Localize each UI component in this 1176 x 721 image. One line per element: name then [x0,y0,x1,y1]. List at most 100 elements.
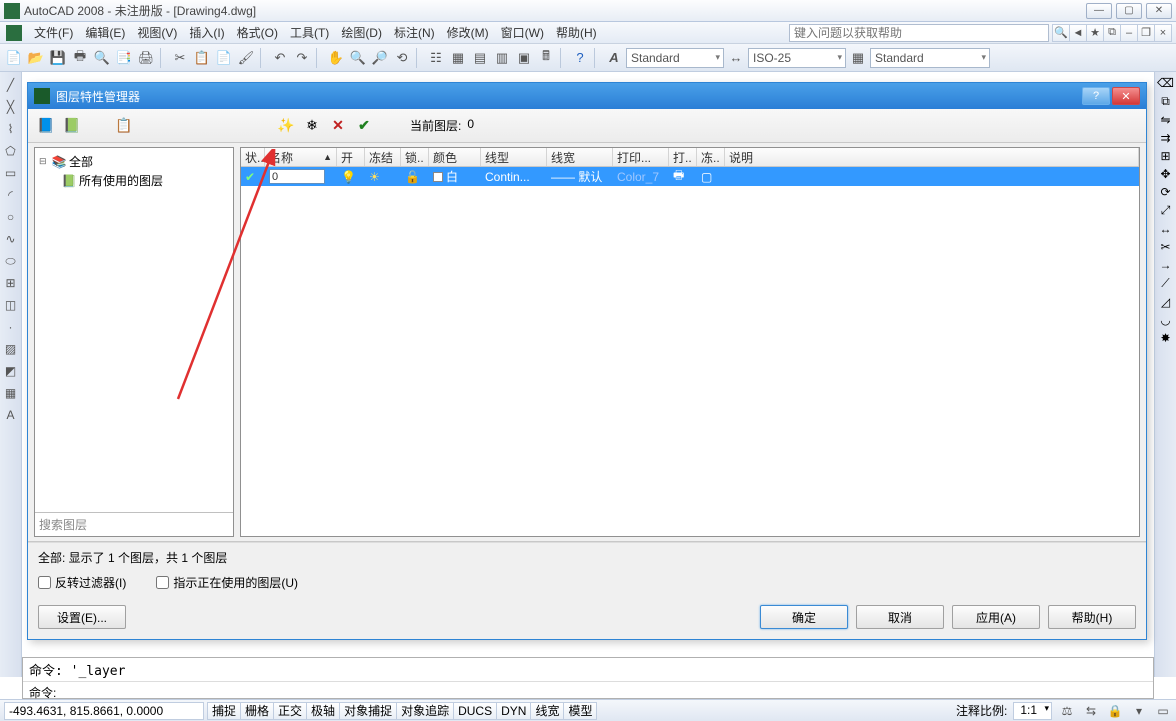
maximize-button[interactable]: ▢ [1116,3,1142,19]
lineweight-cell[interactable]: —— 默认 [547,168,613,185]
toggle-ducs[interactable]: DUCS [453,702,497,720]
bulb-on-icon[interactable]: 💡 [341,170,356,184]
chamfer-icon[interactable]: ◿ [1161,295,1170,309]
new-layer-frozen-icon[interactable]: ❄ [302,116,322,136]
apply-button[interactable]: 应用(A) [952,605,1040,629]
text-style-dropdown[interactable]: Standard [626,48,724,68]
redo-icon[interactable]: ↷ [292,48,312,68]
col-color[interactable]: 颜色 [429,148,481,166]
menu-insert[interactable]: 插入(I) [183,22,230,43]
toggle-model[interactable]: 模型 [563,702,597,720]
new-group-filter-icon[interactable]: 📗 [62,116,82,136]
sheet-set-icon[interactable]: ▥ [492,48,512,68]
line-icon[interactable]: ╱ [2,76,20,94]
copy-icon[interactable]: 📋 [192,48,212,68]
menu-edit[interactable]: 编辑(E) [79,22,131,43]
col-desc[interactable]: 说明 [725,148,1139,166]
info-icon[interactable]: ⧉ [1103,24,1121,42]
insert-icon[interactable]: ⊞ [2,274,20,292]
col-status[interactable]: 状.. [241,148,265,166]
menu-modify[interactable]: 修改(M) [441,22,495,43]
zoom-win-icon[interactable]: 🔎 [370,48,390,68]
tree-child-row[interactable]: 📗 所有使用的图层 [39,171,229,190]
publish-icon[interactable]: 📑 [114,48,134,68]
plot-icon[interactable]: 🖨 [136,48,156,68]
tool-palette-icon[interactable]: ▤ [470,48,490,68]
point-icon[interactable]: · [2,318,20,336]
dim-style-dropdown[interactable]: ISO-25 [748,48,846,68]
tree-root-row[interactable]: ⊟ 📚 全部 [39,152,229,171]
menu-draw[interactable]: 绘图(D) [335,22,388,43]
lock-ui-icon[interactable]: 🔒 [1106,702,1124,720]
col-lock[interactable]: 锁.. [401,148,429,166]
toggle-snap[interactable]: 捕捉 [207,702,241,720]
cut-icon[interactable]: ✂ [170,48,190,68]
layer-row-0[interactable]: ✔ 💡 ☀ 🔓 白 Contin... —— 默认 Color_7 🖶 ▢ [241,167,1139,186]
new-filter-icon[interactable]: 📘 [36,116,56,136]
tray-icon[interactable]: ▾ [1130,702,1148,720]
delete-layer-icon[interactable]: ✕ [328,116,348,136]
set-current-icon[interactable]: ✔ [354,116,374,136]
ellipse-icon[interactable]: ⬭ [2,252,20,270]
toggle-dyn[interactable]: DYN [496,702,531,720]
calc-icon[interactable]: 🖩 [536,48,556,68]
paste-icon[interactable]: 📄 [214,48,234,68]
indicate-in-use-checkbox[interactable]: 指示正在使用的图层(U) [156,574,298,591]
nav-back-icon[interactable]: ◄ [1069,24,1087,42]
pline-icon[interactable]: ⌇ [2,120,20,138]
polygon-icon[interactable]: ⬠ [2,142,20,160]
break-icon[interactable]: ⟋ [1161,276,1169,291]
move-icon[interactable]: ✥ [1160,167,1170,181]
menu-dim[interactable]: 标注(N) [388,22,441,43]
dialog-close-button[interactable]: ✕ [1112,87,1140,105]
text-style-icon[interactable]: A [604,48,624,68]
markup-icon[interactable]: ▣ [514,48,534,68]
mirror-icon[interactable]: ⇋ [1160,113,1170,127]
invert-filter-checkbox[interactable]: 反转过滤器(I) [38,574,126,591]
minimize-button[interactable]: — [1086,3,1112,19]
col-plotstyle[interactable]: 打印... [613,148,669,166]
help-search-input[interactable] [794,26,1044,40]
new-icon[interactable]: 📄 [4,48,24,68]
col-linetype[interactable]: 线型 [481,148,547,166]
preview-icon[interactable]: 🔍 [92,48,112,68]
ok-button[interactable]: 确定 [760,605,848,629]
offset-icon[interactable]: ⇉ [1160,131,1170,145]
dialog-titlebar[interactable]: 图层特性管理器 ? ✕ [28,83,1146,109]
settings-button[interactable]: 设置(E)... [38,605,126,629]
menu-view[interactable]: 视图(V) [131,22,183,43]
table-icon[interactable]: ▦ [2,384,20,402]
menu-window[interactable]: 窗口(W) [495,22,550,43]
extend-icon[interactable]: → [1160,258,1172,272]
menu-help[interactable]: 帮助(H) [550,22,603,43]
spline-icon[interactable]: ∿ [2,230,20,248]
print-icon[interactable]: 🖶 [70,48,90,68]
stretch-icon[interactable]: ↔ [1160,222,1172,236]
vp-freeze-icon[interactable]: ▢ [701,170,712,184]
hatch-icon[interactable]: ▨ [2,340,20,358]
mtext-icon[interactable]: A [2,406,20,424]
toggle-osnap[interactable]: 对象捕捉 [339,702,397,720]
zoom-prev-icon[interactable]: ⟲ [392,48,412,68]
explode-icon[interactable]: ✸ [1160,331,1170,345]
layer-states-icon[interactable]: 📋 [114,116,134,136]
toggle-ortho[interactable]: 正交 [273,702,307,720]
scale-icon[interactable]: ⤢ [1161,203,1171,218]
toggle-lwt[interactable]: 线宽 [530,702,564,720]
undo-icon[interactable]: ↶ [270,48,290,68]
close-button[interactable]: ✕ [1146,3,1172,19]
doc-restore-icon[interactable]: ❐ [1137,24,1155,42]
help-icon[interactable]: ? [570,48,590,68]
cancel-button[interactable]: 取消 [856,605,944,629]
col-lineweight[interactable]: 线宽 [547,148,613,166]
menu-tools[interactable]: 工具(T) [284,22,335,43]
erase-icon[interactable]: ⌫ [1157,76,1174,90]
block-icon[interactable]: ◫ [2,296,20,314]
rect-icon[interactable]: ▭ [2,164,20,182]
dialog-help-button[interactable]: ? [1082,87,1110,105]
doc-minimize-icon[interactable]: – [1120,24,1138,42]
table-style-dropdown[interactable]: Standard [870,48,990,68]
fillet-icon[interactable]: ◡ [1160,313,1170,327]
anno-vis-icon[interactable]: ⚖ [1058,702,1076,720]
plotstyle-cell[interactable]: Color_7 [613,170,669,184]
